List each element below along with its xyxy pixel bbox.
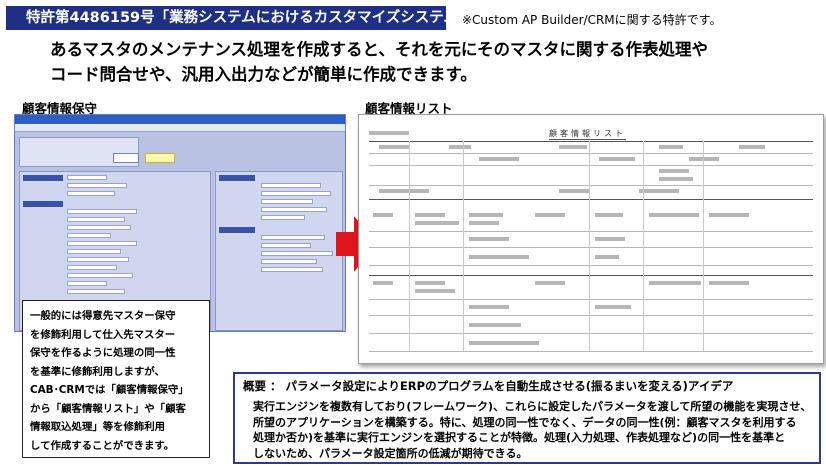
summary-line-1: 実行エンジンを複数有しており(フレームワーク)、これらに設定したパラメータを渡し… (253, 400, 812, 413)
form-window-menubar (15, 124, 345, 132)
callout-line-7: 情報取込処理」等を修飾利用 (30, 421, 166, 433)
callout-line-5: CAB･CRMでは「顧客情報保守」 (30, 384, 189, 396)
callout-line-8: して作成することができます。 (30, 439, 175, 452)
summary-box: 概要 ： パラメータ設定によりERPのプログラムを自動生成させる(振るまいを変え… (233, 372, 821, 464)
form-window-titlebar (15, 115, 345, 124)
headline-line-1: あるマスタのメンテナンス処理を作成すると、それを元にそのマスタに関する作表処理や (50, 40, 709, 59)
summary-line-3: 処理か否か)を基準に実行エンジンを選択することが特徴。処理(入力処理、作表処理な… (253, 431, 786, 444)
headline: あるマスタのメンテナンス処理を作成すると、それを元にそのマスタに関する作表処理や… (50, 37, 708, 87)
callout-line-1: 一般的には得意先マスター保守 (30, 310, 176, 322)
patent-note: ※Custom AP Builder/CRMに関する特許です。 (462, 13, 722, 27)
summary-line-2: 所望のアプリケーションを構築する。特に、処理の同一性でなく、データの同一性(例：… (253, 415, 797, 429)
headline-line-2: コード問合せや、汎用入出力などが簡単に作成できます。 (50, 65, 477, 84)
form-search-button (113, 153, 139, 163)
summary-heading: 概要 ： パラメータ設定によりERPのプログラムを自動生成させる(振るまいを変え… (243, 379, 734, 393)
callout-line-3: 保守を作るように処理の同一性 (30, 347, 176, 359)
page-title: 特許第4486159号「業務システムにおけるカスタマイズシステム」 (6, 6, 472, 30)
callout-line-2: を修飾利用して仕入先マスター (30, 328, 176, 341)
customer-list-screenshot: 顧客情報リスト (358, 114, 824, 364)
callout-line-4: を基準に修飾利用しますが、 (30, 365, 165, 378)
form-mode-tag (145, 153, 175, 163)
callout-box: 一般的には得意先マスター保守 を修飾利用して仕入先マスター 保守を作るように処理… (22, 300, 210, 458)
callout-line-6: から「顧客情報リスト」や「顧客 (30, 402, 186, 415)
summary-body: 実行エンジンを複数有しており(フレームワーク)、これらに設定したパラメータを渡し… (243, 399, 811, 461)
summary-line-4: しないため、パラメータ設定箇所の低減が期待できる。 (253, 446, 528, 460)
list-sheet-title: 顧客情報リスト (549, 129, 626, 140)
